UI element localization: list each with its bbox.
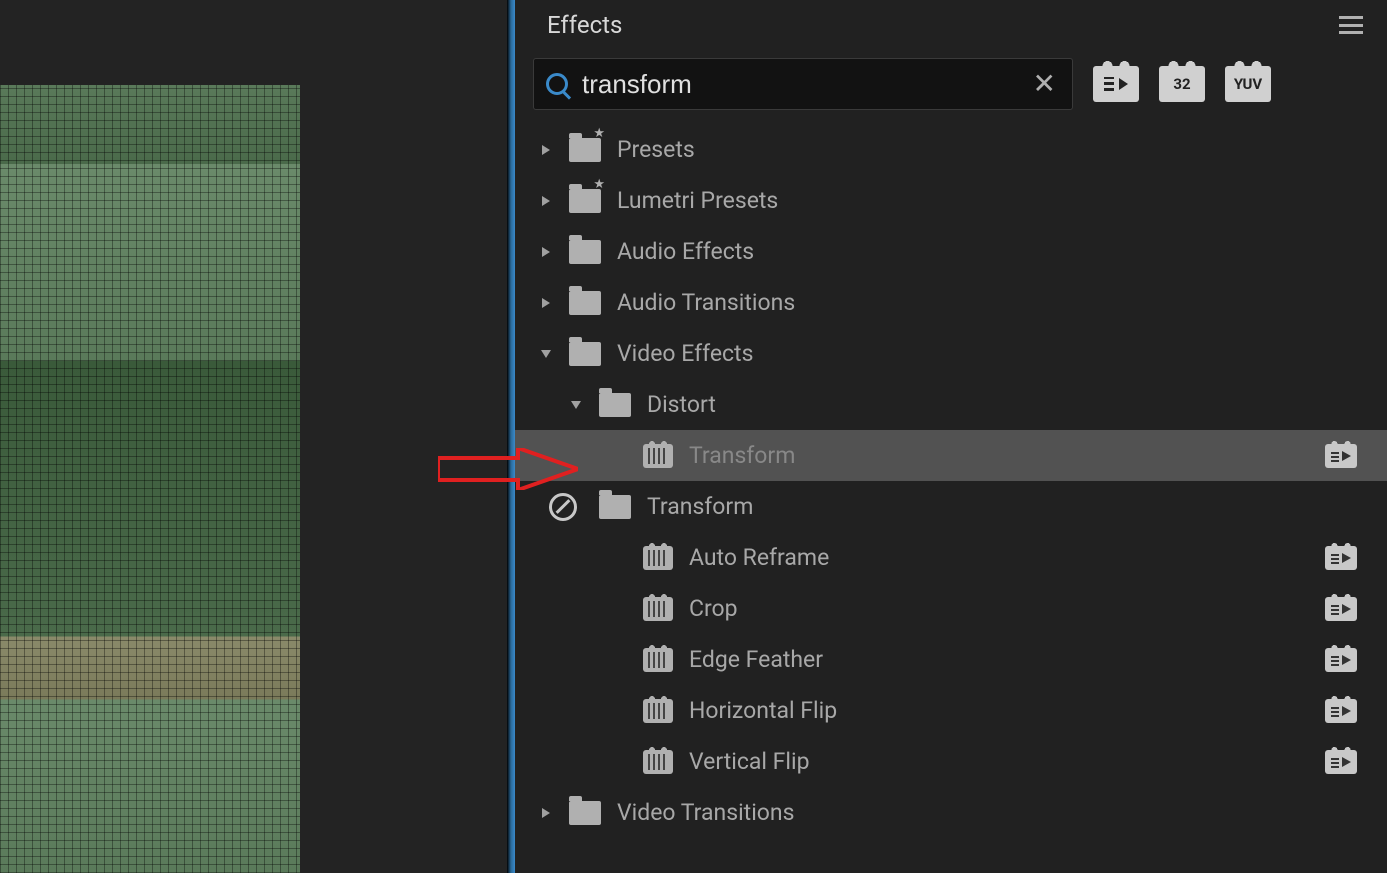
search-box[interactable]: ✕ [533,58,1073,110]
folder-label: Presets [617,136,1357,163]
preview-overlay [0,85,300,873]
chevron-down-icon [567,396,585,414]
search-toolbar: ✕ 32 YUV [515,50,1387,118]
preview-panel [0,0,507,873]
accelerated-icon [1325,699,1357,723]
search-input[interactable] [582,69,1013,100]
effect-icon [643,699,673,723]
chevron-right-icon [537,243,555,261]
accelerated-icon [1325,750,1357,774]
panel-title: Effects [547,11,622,39]
folder-icon [569,801,601,825]
folder-label: Video Effects [617,340,1357,367]
folder-icon [599,393,631,417]
effect-vertical-flip[interactable]: Vertical Flip [515,736,1387,787]
effect-label: Auto Reframe [689,544,1325,571]
effect-crop[interactable]: Crop [515,583,1387,634]
video-preview [0,85,300,873]
effect-icon [643,750,673,774]
effects-tree: Presets Lumetri Presets Audio Effects Au… [515,118,1387,873]
folder-icon [569,189,601,213]
folder-icon [569,138,601,162]
prohibit-icon [549,493,577,521]
folder-label: Distort [647,391,1357,418]
folder-label: Lumetri Presets [617,187,1357,214]
effect-label: Edge Feather [689,646,1325,673]
accelerated-icon [1325,597,1357,621]
accelerated-icon [1325,648,1357,672]
folder-video-transitions[interactable]: Video Transitions [515,787,1387,838]
folder-transform[interactable]: Transform [515,481,1387,532]
effect-label: Crop [689,595,1325,622]
folder-icon [569,240,601,264]
folder-presets[interactable]: Presets [515,124,1387,175]
folder-label: Video Transitions [617,799,1357,826]
accelerated-filter-icon[interactable] [1093,66,1139,102]
effect-label: Vertical Flip [689,748,1325,775]
effect-icon [643,648,673,672]
chevron-right-icon [537,804,555,822]
effect-auto-reframe[interactable]: Auto Reframe [515,532,1387,583]
search-icon [546,73,568,95]
folder-video-effects[interactable]: Video Effects [515,328,1387,379]
panel-divider[interactable] [507,0,515,873]
folder-label: Transform [647,493,1357,520]
effect-icon [643,444,673,468]
folder-lumetri-presets[interactable]: Lumetri Presets [515,175,1387,226]
effect-icon [643,597,673,621]
yuv-filter-icon[interactable]: YUV [1225,66,1271,102]
effect-label: Transform [689,442,1325,469]
32bit-filter-icon[interactable]: 32 [1159,66,1205,102]
effects-panel: Effects ✕ 32 YUV Presets Lumetri Presets [515,0,1387,873]
chevron-right-icon [537,141,555,159]
clear-search-icon[interactable]: ✕ [1027,70,1062,98]
effect-transform[interactable]: Transform [515,430,1387,481]
chevron-down-icon [537,345,555,363]
folder-label: Audio Transitions [617,289,1357,316]
effect-edge-feather[interactable]: Edge Feather [515,634,1387,685]
accelerated-icon [1325,546,1357,570]
accelerated-icon [1325,444,1357,468]
folder-label: Audio Effects [617,238,1357,265]
filter-badges: 32 YUV [1093,66,1271,102]
folder-icon [569,291,601,315]
effect-label: Horizontal Flip [689,697,1325,724]
folder-icon [569,342,601,366]
folder-icon [599,495,631,519]
chevron-right-icon [537,294,555,312]
effect-icon [643,546,673,570]
effects-panel-header: Effects [515,0,1387,50]
folder-audio-transitions[interactable]: Audio Transitions [515,277,1387,328]
folder-distort[interactable]: Distort [515,379,1387,430]
panel-menu-icon[interactable] [1339,16,1363,34]
chevron-right-icon [537,192,555,210]
folder-audio-effects[interactable]: Audio Effects [515,226,1387,277]
effect-horizontal-flip[interactable]: Horizontal Flip [515,685,1387,736]
